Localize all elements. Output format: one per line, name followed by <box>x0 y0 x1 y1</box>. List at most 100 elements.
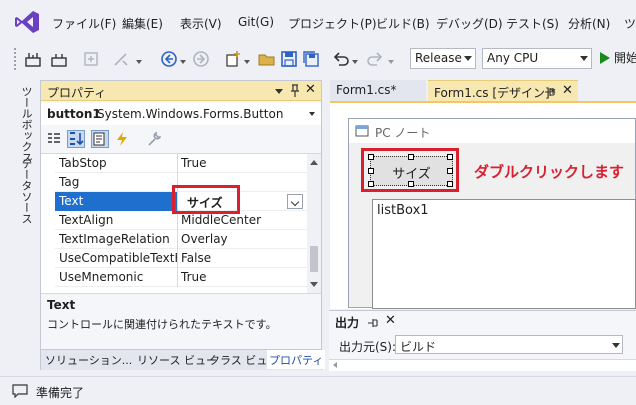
property-name: Tag <box>59 175 80 189</box>
property-grid: TabStop True Tag Text サイズ TextAlign MiddleC… <box>41 153 321 294</box>
output-window: 出力 ✕ 出力元(S): ビルド <box>329 310 636 371</box>
property-name: TextAlign <box>59 213 114 227</box>
property-pages-icon <box>93 132 105 146</box>
property-row-usemnemonic[interactable]: UseMnemonic True <box>55 268 307 287</box>
menu-debug[interactable]: デバッグ(D) <box>436 15 503 32</box>
highlight-box <box>361 148 459 192</box>
navigate-back-icon[interactable] <box>160 50 178 68</box>
pin-icon[interactable] <box>289 84 301 98</box>
menu-build[interactable]: ビルド(B) <box>376 15 430 32</box>
window-position-dropdown-icon[interactable] <box>275 89 283 94</box>
publish-icon[interactable] <box>82 50 100 68</box>
property-row-usecompatibletextrendering[interactable]: UseCompatibleTextRendering False <box>55 249 307 268</box>
output-text-area[interactable] <box>329 359 636 371</box>
clean-dropdown-arrow-icon[interactable] <box>136 60 142 64</box>
properties-view-button[interactable] <box>91 130 109 148</box>
events-button[interactable] <box>113 130 131 148</box>
scroll-up-icon[interactable] <box>310 160 318 165</box>
menu-edit[interactable]: 編集(E) <box>122 15 163 32</box>
solution-configuration-dropdown[interactable]: Release <box>410 48 476 69</box>
undo-icon[interactable] <box>332 50 350 68</box>
output-source-label: 出力元(S): <box>339 340 397 354</box>
redo-dropdown-arrow-icon[interactable] <box>388 60 394 64</box>
toolbar-grip[interactable] <box>14 48 17 70</box>
close-icon[interactable]: ✕ <box>562 83 573 98</box>
build-solution-icon[interactable] <box>24 50 42 68</box>
menu-tools[interactable]: ツ <box>624 15 636 32</box>
menu-test[interactable]: テスト(S) <box>506 15 559 32</box>
redo-icon[interactable] <box>366 50 384 68</box>
pin-icon[interactable] <box>544 86 556 98</box>
property-pages-button[interactable] <box>145 130 163 148</box>
properties-window: プロパティ ✕ button1 System.Windows.Forms.But… <box>40 80 326 370</box>
close-icon[interactable]: ✕ <box>385 313 396 328</box>
object-type: System.Windows.Forms.Button <box>97 107 284 121</box>
save-icon[interactable] <box>280 50 298 68</box>
navigate-forward-icon[interactable] <box>192 50 210 68</box>
scroll-left-icon[interactable] <box>333 362 337 368</box>
visual-studio-logo-icon[interactable] <box>14 10 40 34</box>
listbox[interactable]: listBox1 <box>372 199 636 309</box>
properties-toolbar <box>41 127 321 151</box>
chevron-down-icon <box>612 343 620 348</box>
text-value-dropdown-button[interactable] <box>287 194 303 209</box>
property-row-tabstop[interactable]: TabStop True <box>55 154 307 173</box>
save-all-icon[interactable] <box>302 50 320 68</box>
menu-project[interactable]: プロジェクト(P) <box>288 15 377 32</box>
scrollbar-thumb[interactable] <box>310 246 318 272</box>
undo-dropdown-arrow-icon[interactable] <box>352 60 358 64</box>
scroll-down-icon[interactable] <box>310 282 318 287</box>
build-project-icon[interactable] <box>50 50 68 68</box>
tab-properties[interactable]: プロパティ <box>267 350 326 369</box>
menu-file[interactable]: ファイル(F) <box>52 15 116 32</box>
start-button[interactable]: 開始 <box>600 49 636 66</box>
chevron-down-icon <box>580 56 588 61</box>
solution-platform-value: Any CPU <box>487 51 539 65</box>
property-row-textimagerelation[interactable]: TextImageRelation Overlay <box>55 230 307 249</box>
form-title-bar: PC ノート <box>349 119 635 143</box>
property-value[interactable]: MiddleCenter <box>181 213 305 227</box>
menu-analyze[interactable]: 分析(N) <box>568 15 610 32</box>
lightning-icon <box>117 132 127 146</box>
categorized-button[interactable] <box>45 130 63 148</box>
properties-title: プロパティ <box>47 86 107 100</box>
tab-solution-explorer[interactable]: ソリューション... <box>43 352 134 368</box>
menu-view[interactable]: 表示(V) <box>180 15 222 32</box>
new-item-dropdown-arrow-icon[interactable] <box>244 60 250 64</box>
new-item-icon[interactable] <box>224 50 242 68</box>
wrench-icon <box>148 131 162 146</box>
tab-label: Form1.cs [デザイン]* <box>434 86 556 100</box>
data-sources-tab[interactable]: データソース <box>18 158 34 224</box>
property-value[interactable]: False <box>181 251 305 265</box>
property-name: TextImageRelation <box>59 232 170 246</box>
toolbox-tab[interactable]: ツールボックス <box>18 86 34 163</box>
menu-git[interactable]: Git(G) <box>238 15 274 29</box>
clean-icon[interactable] <box>112 50 130 68</box>
description-body: コントロールに関連付けられたテキストです。 <box>47 318 277 331</box>
close-icon[interactable]: ✕ <box>305 82 316 97</box>
pin-icon[interactable] <box>367 317 379 329</box>
property-value[interactable]: True <box>181 156 305 170</box>
property-name: Text <box>59 194 84 208</box>
output-source-value: ビルド <box>400 340 437 354</box>
listbox-label: listBox1 <box>377 203 429 218</box>
property-name: TabStop <box>59 156 107 170</box>
navigate-back-dropdown-arrow-icon[interactable] <box>180 60 186 64</box>
open-folder-icon[interactable] <box>258 50 276 68</box>
property-value[interactable]: True <box>181 270 305 284</box>
tab-form1-cs[interactable]: Form1.cs* <box>330 80 426 101</box>
alphabetical-button[interactable] <box>67 130 85 148</box>
solution-platform-dropdown[interactable]: Any CPU <box>482 48 592 69</box>
output-source-dropdown[interactable]: ビルド <box>395 335 623 354</box>
property-name: UseMnemonic <box>59 270 144 284</box>
output-title[interactable]: 出力 <box>335 314 359 331</box>
properties-title-bar[interactable]: プロパティ ✕ <box>41 81 321 101</box>
panel-tabs: ソリューション... リソース ビュー クラス ビュー プロパティ <box>41 349 326 370</box>
property-value[interactable]: Overlay <box>181 232 305 246</box>
annotation-text: ダブルクリックします <box>474 163 625 181</box>
tab-form1-designer[interactable]: Form1.cs [デザイン]* ✕ <box>428 80 578 101</box>
tab-label: Form1.cs* <box>336 83 397 97</box>
property-grid-scrollbar[interactable] <box>307 154 321 294</box>
notification-icon[interactable] <box>12 384 28 398</box>
object-selector-dropdown[interactable]: button1 System.Windows.Forms.Button <box>41 103 321 125</box>
